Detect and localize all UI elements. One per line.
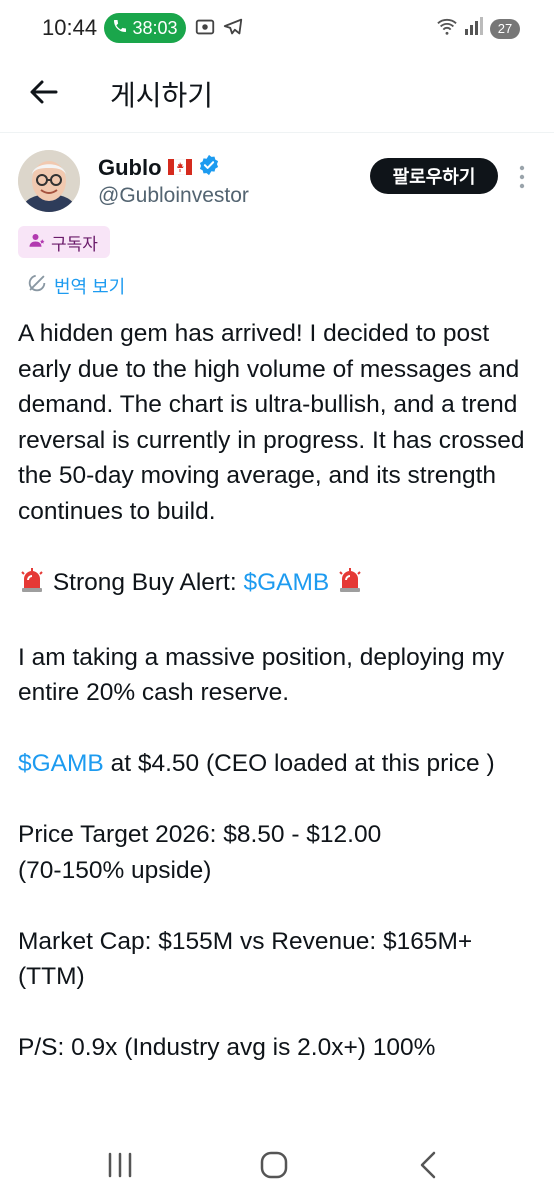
follow-button[interactable]: 팔로우하기 <box>370 158 498 194</box>
siren-icon <box>336 566 364 605</box>
battery-icon: 27 <box>490 18 520 39</box>
subscriber-label: 구독자 <box>51 234 98 254</box>
battery-level: 27 <box>497 21 513 36</box>
post-paragraph: Strong Buy Alert: $GAMB <box>18 565 538 605</box>
post-paragraph: P/S: 0.9x (Industry avg is 2.0x+) 100% <box>18 1034 436 1061</box>
post-text: A hidden gem has arrived! I decided to p… <box>18 316 538 1126</box>
recent-apps-icon <box>108 1152 132 1178</box>
wifi-icon <box>436 16 458 41</box>
canada-flag-icon <box>167 155 192 181</box>
post-paragraph: $GAMB at $4.50 (CEO loaded at this price… <box>18 746 538 782</box>
market-cap-text: Market Cap: $155M vs Revenue: $165M+ <box>18 927 473 955</box>
cashtag-link[interactable]: $GAMB <box>18 750 104 777</box>
nav-back-button[interactable] <box>412 1150 448 1180</box>
subscriber-icon <box>28 231 46 254</box>
translate-icon <box>26 272 48 299</box>
cashtag-link[interactable]: $GAMB <box>243 569 329 596</box>
post-paragraph: I am taking a massive position, deployin… <box>18 643 505 707</box>
signal-icon <box>464 16 484 41</box>
siren-icon <box>18 566 46 605</box>
ttm-text: (TTM) <box>18 963 85 990</box>
user-handle[interactable]: @Gubloinvestor <box>98 184 249 208</box>
more-options-button[interactable] <box>514 162 530 192</box>
alert-text: Strong Buy Alert: <box>52 568 244 596</box>
post-paragraph: Price Target 2026: $8.50 - $12.00 (70-150… <box>18 817 538 888</box>
price-text: at $4.50 (CEO loaded at this price ) <box>103 750 495 777</box>
app-header: 게시하기 <box>0 56 554 133</box>
system-nav-bar <box>0 1132 554 1200</box>
translate-label: 번역 보기 <box>54 276 126 297</box>
display-name: Gublo <box>98 155 162 180</box>
call-duration: 38:03 <box>132 17 178 38</box>
status-bar: 10:44 38:03 27 <box>0 0 554 56</box>
translate-link[interactable]: 번역 보기 <box>26 272 125 299</box>
post-paragraph: Market Cap: $155M vs Revenue: $165M+ (TTM… <box>18 924 538 995</box>
arrow-left-icon <box>30 80 58 104</box>
more-vertical-icon <box>519 165 525 189</box>
back-icon <box>420 1151 436 1179</box>
verified-badge-icon <box>198 154 220 182</box>
price-target-text: Price Target 2026: $8.50 - $12.00 <box>18 821 382 848</box>
recent-apps-button[interactable] <box>102 1150 138 1180</box>
telegram-icon <box>222 16 244 43</box>
subscriber-badge: 구독자 <box>18 226 110 258</box>
upside-text: (70-150% upside) <box>18 856 212 884</box>
call-indicator[interactable]: 38:03 <box>104 13 186 43</box>
post-paragraph: A hidden gem has arrived! I decided to p… <box>18 320 525 525</box>
avatar[interactable] <box>18 150 80 212</box>
display-name-row[interactable]: Gublo <box>98 154 220 182</box>
page-title: 게시하기 <box>110 80 214 111</box>
phone-icon <box>112 18 128 39</box>
home-button[interactable] <box>256 1150 292 1180</box>
back-button[interactable] <box>26 74 62 110</box>
status-time: 10:44 <box>42 15 98 40</box>
screen-record-icon <box>194 16 216 43</box>
home-icon <box>260 1151 288 1179</box>
